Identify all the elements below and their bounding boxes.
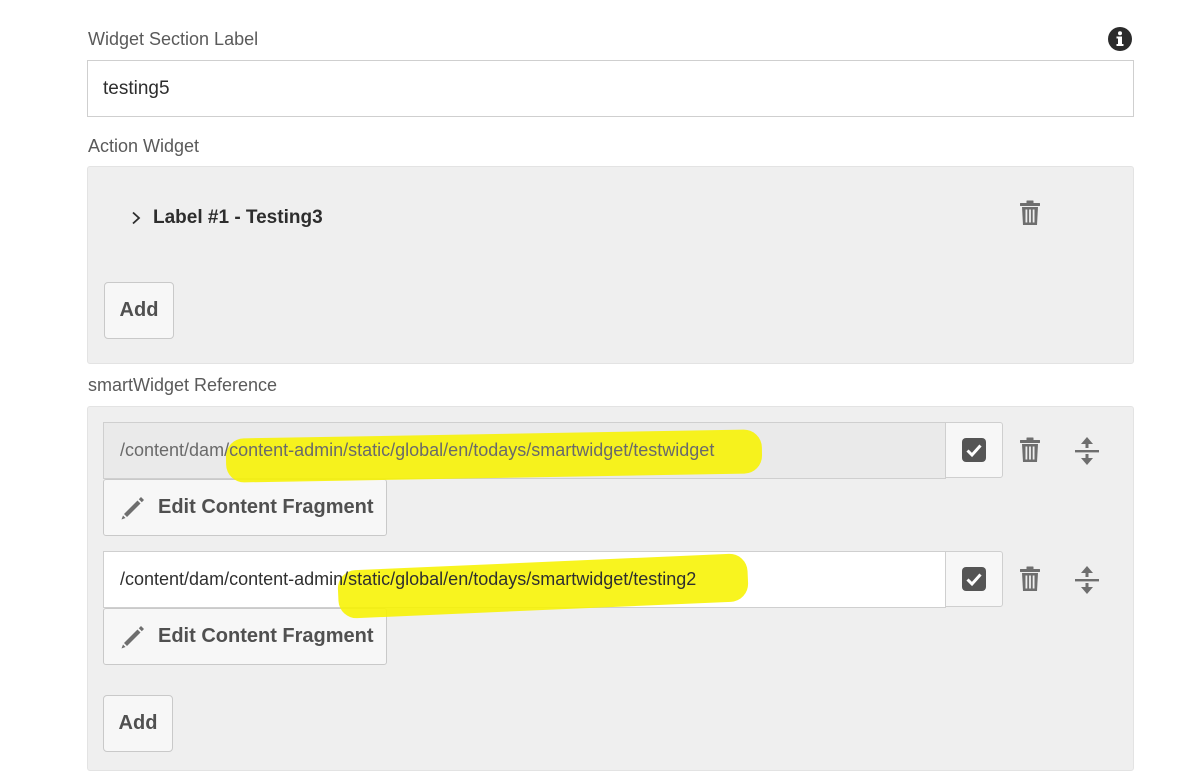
checkbox-checked-icon bbox=[962, 438, 986, 462]
reorder-handle[interactable] bbox=[1074, 436, 1100, 466]
pencil-icon bbox=[121, 496, 144, 519]
reference-path-text: /content/dam/content-admin/static/global… bbox=[120, 569, 697, 589]
action-widget-item-label: Label #1 - Testing3 bbox=[153, 207, 323, 228]
edit-content-fragment-label: Edit Content Fragment bbox=[158, 496, 374, 518]
pencil-icon bbox=[121, 625, 144, 648]
chevron-right-icon[interactable] bbox=[129, 211, 143, 225]
action-widget-label: Action Widget bbox=[88, 136, 200, 156]
edit-content-fragment-label: Edit Content Fragment bbox=[158, 625, 374, 647]
edit-content-fragment-button[interactable]: Edit Content Fragment bbox=[103, 479, 387, 536]
action-widget-panel bbox=[87, 166, 1134, 364]
edit-content-fragment-button[interactable]: Edit Content Fragment bbox=[103, 608, 387, 665]
widget-section-input-value: testing5 bbox=[103, 77, 170, 99]
drag-handle-icon bbox=[1075, 437, 1099, 465]
trash-icon bbox=[1020, 437, 1040, 462]
checkbox-checked-icon bbox=[962, 567, 986, 591]
trash-icon bbox=[1020, 200, 1040, 225]
add-smartwidget-reference-button[interactable]: Add bbox=[103, 695, 173, 752]
confirm-path-button[interactable] bbox=[945, 551, 1003, 607]
delete-reference-button[interactable] bbox=[1017, 436, 1043, 464]
drag-handle-icon bbox=[1075, 566, 1099, 594]
delete-action-item-button[interactable] bbox=[1017, 199, 1043, 227]
info-icon[interactable] bbox=[1107, 26, 1133, 52]
reference-path-text: /content/dam/content-admin/static/global… bbox=[120, 440, 715, 460]
smartwidget-reference-label: smartWidget Reference bbox=[88, 375, 278, 395]
confirm-path-button[interactable] bbox=[945, 422, 1003, 478]
widget-section-label: Widget Section Label bbox=[88, 29, 259, 49]
reorder-handle[interactable] bbox=[1074, 565, 1100, 595]
trash-icon bbox=[1020, 566, 1040, 591]
widget-section-input[interactable]: testing5 bbox=[87, 60, 1134, 117]
delete-reference-button[interactable] bbox=[1017, 565, 1043, 593]
action-widget-item[interactable]: Label #1 - Testing3 bbox=[129, 205, 323, 231]
add-action-widget-button[interactable]: Add bbox=[104, 282, 174, 339]
